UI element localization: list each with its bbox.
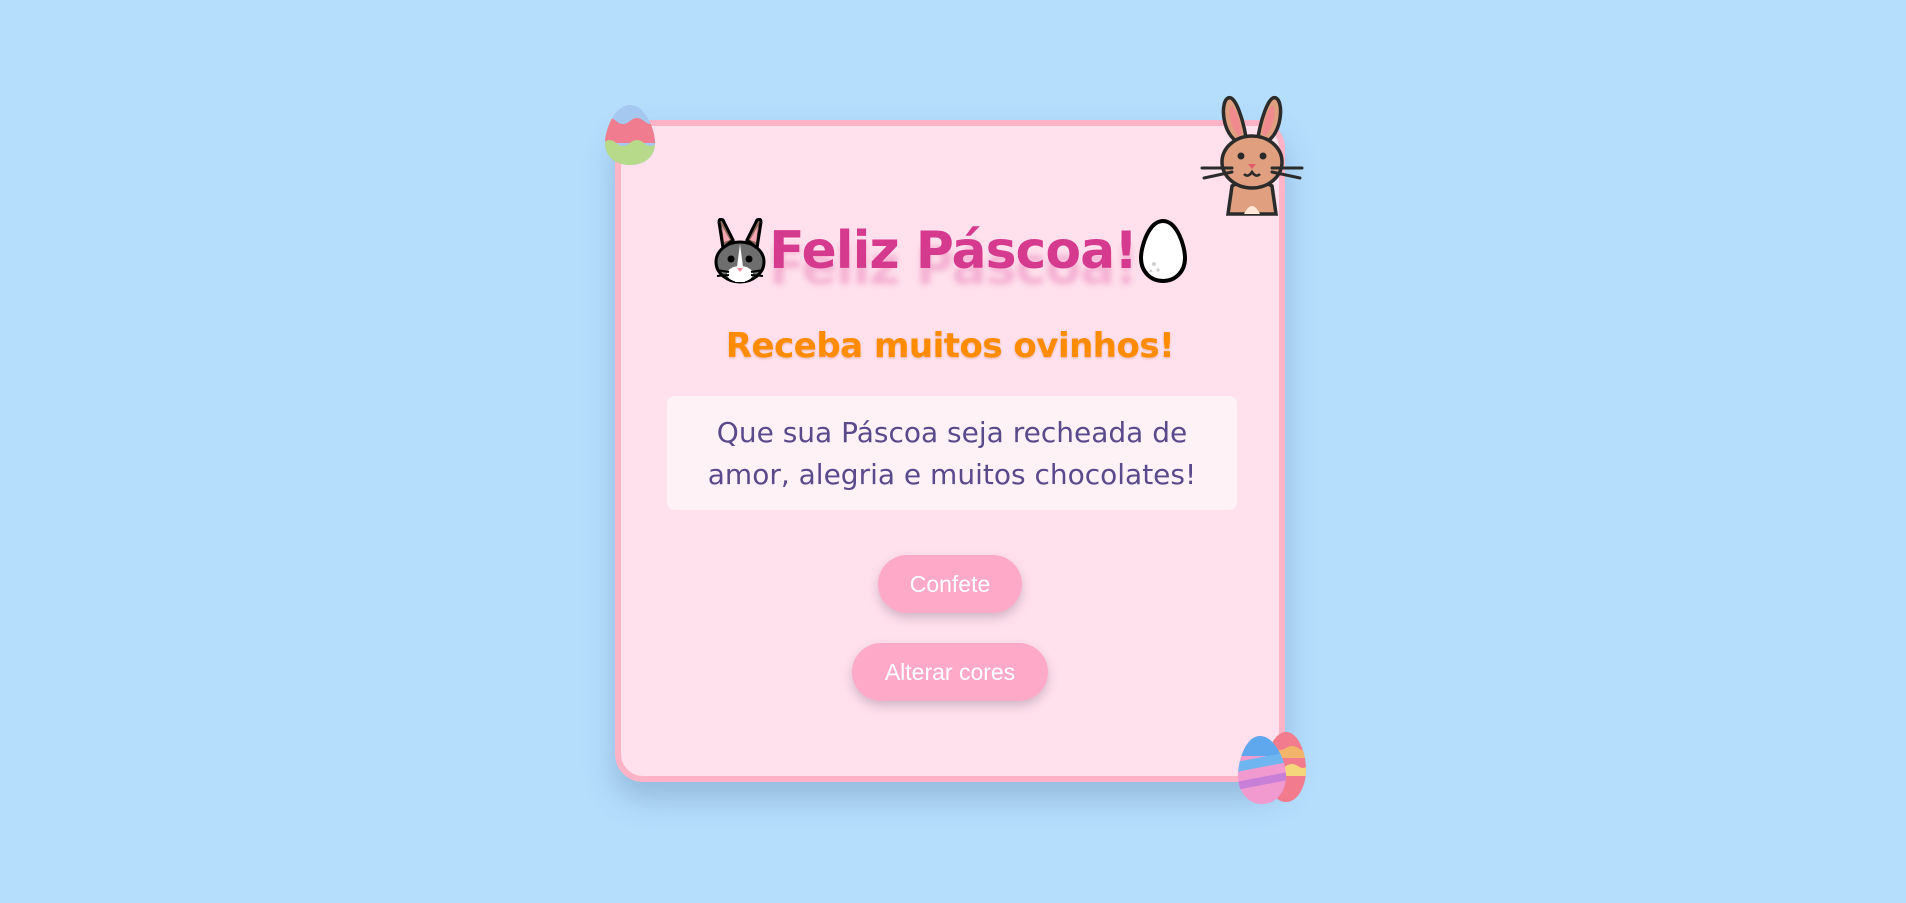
card-title: Feliz Páscoa! [621, 218, 1279, 284]
easter-egg-icon [605, 105, 655, 165]
easter-eggs-pair-icon [1238, 732, 1306, 804]
greeting-card: Feliz Páscoa! Receba muitos ovinhos! Que… [615, 120, 1285, 782]
message-box: Que sua Páscoa seja recheada de amor, al… [667, 396, 1237, 510]
rabbit-face-icon [714, 218, 766, 284]
bunny-icon [1200, 96, 1304, 216]
egg-icon [1138, 218, 1187, 284]
card-subtitle: Receba muitos ovinhos! [725, 326, 1175, 366]
card-title-text: Feliz Páscoa! [769, 221, 1138, 281]
confete-button[interactable]: Confete [878, 555, 1022, 613]
alterar-cores-button[interactable]: Alterar cores [852, 643, 1048, 701]
message-text: Que sua Páscoa seja recheada de amor, al… [707, 416, 1197, 491]
